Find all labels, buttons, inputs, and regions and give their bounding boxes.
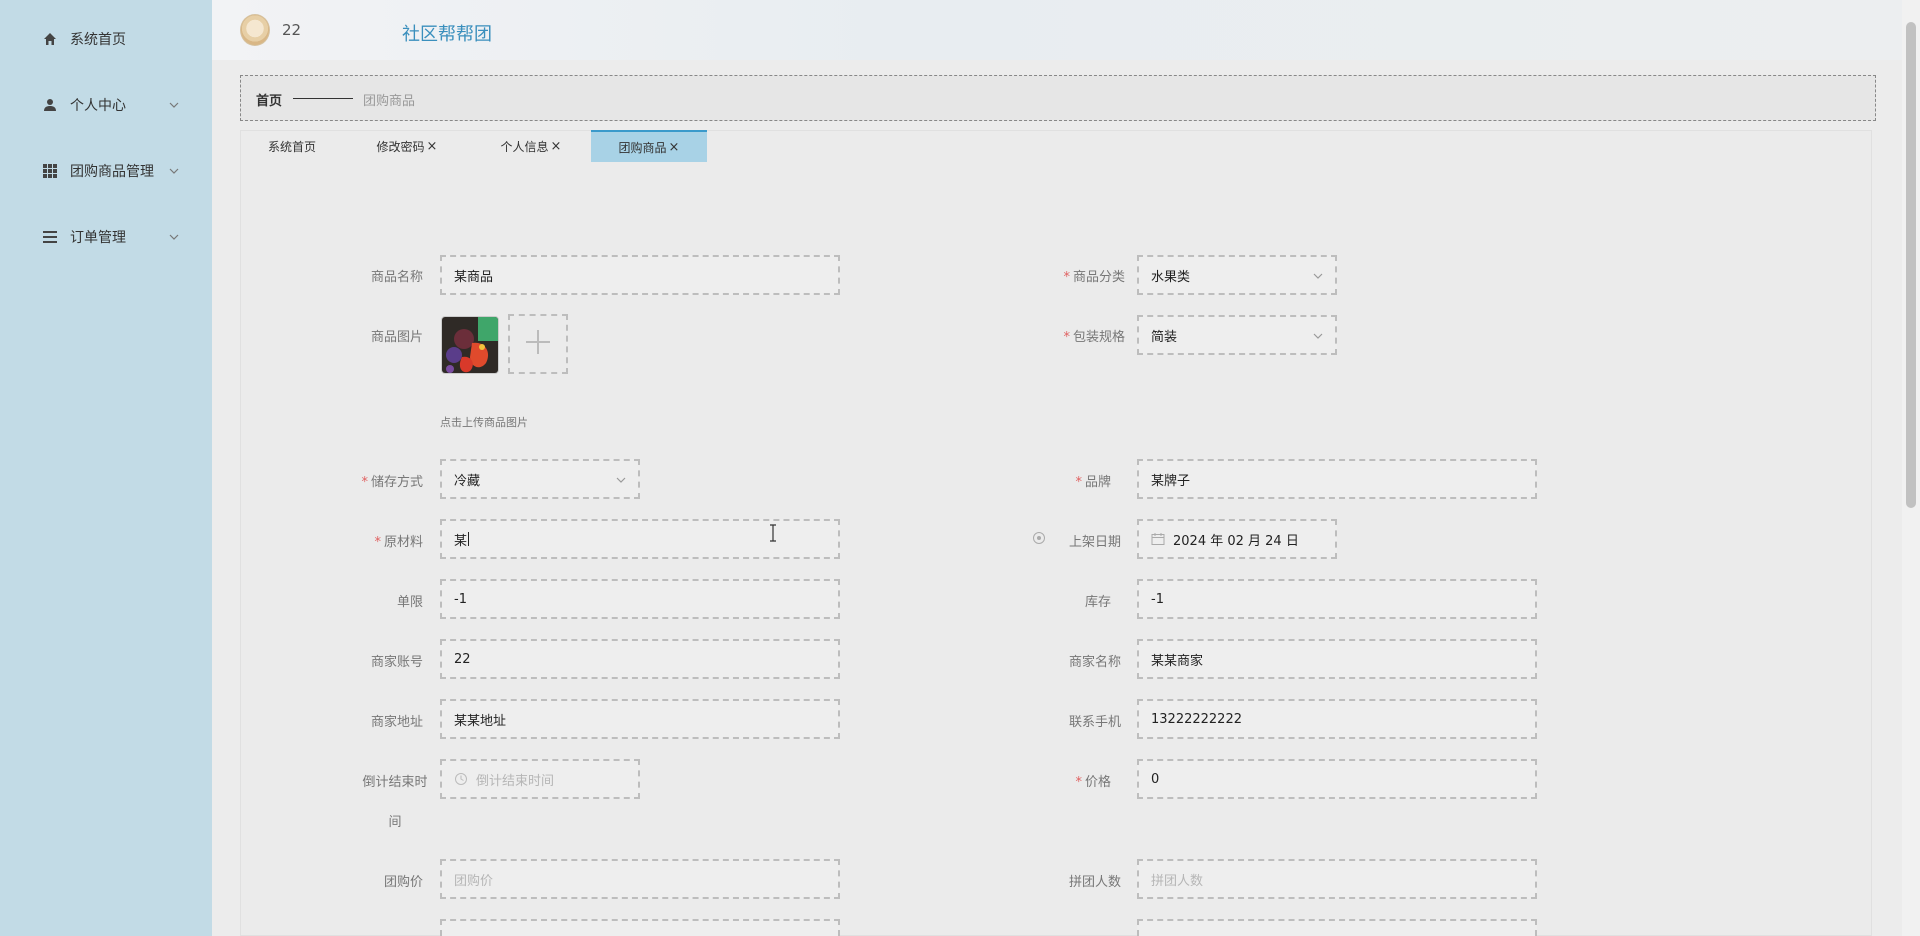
limit-input[interactable]: -1 xyxy=(440,579,840,619)
group-size-input[interactable]: 拼团人数 xyxy=(1137,859,1537,899)
tab-label: 修改密码 xyxy=(376,139,425,154)
calendar-icon xyxy=(1151,532,1165,546)
name-input[interactable]: 某商品 xyxy=(440,255,840,295)
brand-input[interactable]: 某牌子 xyxy=(1137,459,1537,499)
user-avatar[interactable] xyxy=(240,14,270,46)
chevron-down-icon xyxy=(1313,270,1323,280)
tab-label: 个人信息 xyxy=(500,139,549,154)
label-countdown-cont: 间 xyxy=(388,815,402,830)
sidebar-item-orders[interactable]: 订单管理 xyxy=(0,217,212,257)
sidebar: 系统首页 个人中心 团购商品管理 订单管理 xyxy=(0,0,212,936)
label-countdown: 倒计结束时 xyxy=(362,775,428,790)
phone-input[interactable]: 13222222222 xyxy=(1137,699,1537,739)
shelf-date-picker[interactable]: 2024 年 02 月 24 日 xyxy=(1137,519,1337,559)
grid-icon xyxy=(42,163,58,179)
tab-label: 团购商品 xyxy=(618,140,667,155)
label-shelf-date: 上架日期 xyxy=(1068,535,1121,550)
storage-select[interactable]: 冷藏 xyxy=(440,459,640,499)
countdown-time-picker[interactable]: 倒计结束时间 xyxy=(440,759,640,799)
label-category: * 商品分类 xyxy=(1063,270,1125,285)
merchant-account-input[interactable]: 22 xyxy=(440,639,840,679)
upload-hint: 点击上传商品图片 xyxy=(440,416,528,429)
breadcrumb: 首页 团购商品 xyxy=(240,75,1876,121)
plus-icon xyxy=(524,328,552,360)
group-price-input[interactable]: 团购价 xyxy=(440,859,840,899)
label-image: 商品图片 xyxy=(370,330,423,345)
label-limit: 单限 xyxy=(396,595,423,610)
next-field-partial[interactable] xyxy=(1137,919,1537,936)
sidebar-item-label: 订单管理 xyxy=(70,230,126,246)
stock-input[interactable]: -1 xyxy=(1137,579,1537,619)
user-icon xyxy=(42,97,58,113)
label-group-price: 团购价 xyxy=(383,875,423,890)
category-select[interactable]: 水果类 xyxy=(1137,255,1337,295)
text-cursor-icon xyxy=(768,523,778,543)
close-icon[interactable]: × xyxy=(551,139,562,154)
label-brand: * 品牌 xyxy=(1075,475,1111,490)
chevron-down-icon xyxy=(616,474,626,484)
breadcrumb-current: 团购商品 xyxy=(363,94,416,109)
label-merchant-name: 商家名称 xyxy=(1068,655,1121,670)
chevron-down-icon xyxy=(168,231,180,243)
label-package: * 包装规格 xyxy=(1063,330,1125,345)
chevron-down-icon xyxy=(1313,330,1323,340)
chevron-down-icon xyxy=(168,165,180,177)
label-storage: * 储存方式 xyxy=(361,475,423,490)
close-icon[interactable]: × xyxy=(669,140,680,155)
chevron-down-icon xyxy=(168,99,180,111)
merchant-name-input[interactable]: 某某商家 xyxy=(1137,639,1537,679)
breadcrumb-separator xyxy=(293,98,353,99)
material-input[interactable]: 某 xyxy=(440,519,840,559)
sidebar-item-label: 系统首页 xyxy=(70,32,126,48)
label-merchant-account: 商家账号 xyxy=(370,655,423,670)
sidebar-item-label: 个人中心 xyxy=(70,98,126,114)
merchant-address-input[interactable]: 某某地址 xyxy=(440,699,840,739)
sidebar-item-group-goods[interactable]: 团购商品管理 xyxy=(0,151,212,191)
site-title: 社区帮帮团 xyxy=(402,24,492,45)
tab-group-goods[interactable]: 团购商品 × xyxy=(591,130,707,162)
label-price: * 价格 xyxy=(1075,775,1111,790)
user-number: 22 xyxy=(282,21,302,39)
product-image-thumbnail[interactable] xyxy=(441,316,499,374)
label-material: * 原材料 xyxy=(374,535,423,550)
label-group-size: 拼团人数 xyxy=(1068,875,1121,890)
label-merchant-address: 商家地址 xyxy=(370,715,423,730)
list-icon xyxy=(42,229,58,245)
home-icon xyxy=(42,31,58,47)
tab-label: 系统首页 xyxy=(267,139,316,154)
package-select[interactable]: 简装 xyxy=(1137,315,1337,355)
sidebar-item-personal-center[interactable]: 个人中心 xyxy=(0,85,212,125)
sidebar-item-label: 团购商品管理 xyxy=(70,164,154,180)
clock-icon xyxy=(454,772,468,786)
breadcrumb-home[interactable]: 首页 xyxy=(256,90,282,109)
price-input[interactable]: 0 xyxy=(1137,759,1537,799)
close-icon[interactable]: × xyxy=(427,139,438,154)
label-name: 商品名称 xyxy=(370,270,423,285)
next-field-partial[interactable] xyxy=(440,919,840,936)
tab-home[interactable]: 系统首页 xyxy=(252,130,332,162)
upload-add-button[interactable] xyxy=(508,314,568,374)
label-stock: 库存 xyxy=(1084,595,1111,610)
tab-personal-info[interactable]: 个人信息 × xyxy=(486,130,576,162)
sidebar-item-home[interactable]: 系统首页 xyxy=(0,19,212,59)
scrollbar-thumb[interactable] xyxy=(1906,22,1916,508)
tab-change-password[interactable]: 修改密码 × xyxy=(362,130,452,162)
label-phone: 联系手机 xyxy=(1068,715,1121,730)
